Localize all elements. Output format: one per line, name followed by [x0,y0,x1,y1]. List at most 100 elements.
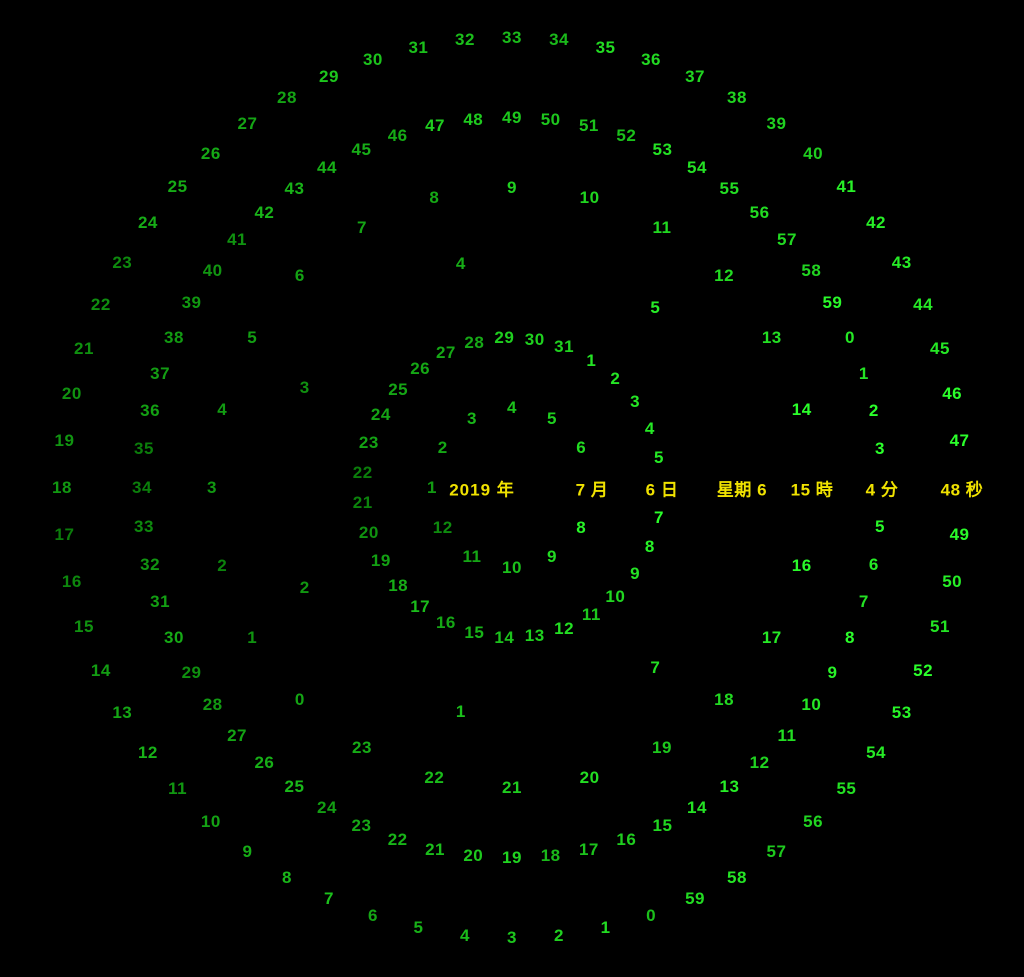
second-tick: 17 [54,525,74,545]
hour-tick: 14 [792,400,812,420]
minute-tick: 51 [579,116,599,136]
day-tick: 28 [464,333,484,353]
hour-tick: 22 [424,768,444,788]
second-tick: 8 [282,868,292,888]
second-tick: 13 [112,703,132,723]
hour-tick: 3 [207,478,217,498]
day-tick: 5 [654,448,664,468]
second-tick: 10 [201,812,221,832]
day-tick: 27 [436,343,456,363]
second-tick: 37 [685,67,705,87]
hour-tick: 10 [580,188,600,208]
hour-tick: 13 [762,328,782,348]
clock-stage: 2019 年 1234567 月89101112123456 日78910111… [0,0,1024,977]
minute-tick: 37 [150,364,170,384]
second-tick: 1 [601,918,611,938]
minute-tick: 23 [352,816,372,836]
minute-tick: 16 [616,830,636,850]
minute-tick: 1 [859,364,869,384]
minute-tick: 56 [750,203,770,223]
hour-tick: 1 [247,628,257,648]
hour-tick: 11 [653,218,672,238]
second-tick: 44 [913,295,933,315]
minute-tick: 3 [875,439,885,459]
second-tick: 28 [277,88,297,108]
day-tick: 26 [410,359,430,379]
second-tick: 40 [803,144,823,164]
second-tick: 15 [74,617,94,637]
minute-tick: 9 [827,663,837,683]
hour-tick: 20 [580,768,600,788]
hour-tick: 15 時 [791,476,834,501]
second-tick: 42 [866,213,886,233]
minute-tick: 17 [579,840,599,860]
second-tick: 14 [91,661,111,681]
year-label: 2019 年 [449,476,515,501]
day-tick: 1 [586,351,596,371]
second-tick: 38 [727,88,747,108]
day-tick: 18 [388,576,408,596]
second-tick: 11 [168,779,187,799]
month-tick: 11 [463,547,482,567]
second-tick: 2 [554,926,564,946]
second-tick: 24 [138,213,158,233]
minute-tick: 32 [140,555,160,575]
minute-tick: 4 分 [866,476,899,501]
month-tick: 3 [467,409,477,429]
hour-tick: 2 [217,556,227,576]
second-tick: 22 [91,295,111,315]
day-tick: 2 [610,369,620,389]
minute-tick: 35 [134,439,154,459]
second-tick: 57 [767,842,787,862]
minute-tick: 48 [463,110,483,130]
minute-tick: 11 [777,726,796,746]
day-tick: 7 [654,508,664,528]
minute-tick: 20 [463,846,483,866]
minute-tick: 31 [150,592,170,612]
weekday-tick: 2 [300,578,310,598]
day-tick: 13 [525,626,545,646]
day-tick: 22 [353,463,373,483]
hour-tick: 4 [217,400,227,420]
minute-tick: 42 [254,203,274,223]
minute-tick: 18 [541,846,561,866]
second-tick: 33 [502,28,522,48]
second-tick: 27 [238,114,258,134]
second-tick: 54 [866,743,886,763]
minute-tick: 25 [285,777,305,797]
second-tick: 41 [836,177,856,197]
second-tick: 23 [112,253,132,273]
minute-tick: 55 [720,179,740,199]
day-tick: 25 [388,380,408,400]
day-tick: 16 [436,613,456,633]
day-tick: 30 [525,330,545,350]
hour-tick: 23 [352,738,372,758]
minute-tick: 33 [134,517,154,537]
minute-tick: 13 [720,777,740,797]
day-tick: 14 [494,628,514,648]
day-tick: 31 [554,337,574,357]
day-tick: 12 [554,619,574,639]
minute-tick: 38 [164,328,184,348]
weekday-tick: 1 [456,702,466,722]
second-tick: 36 [641,50,661,70]
second-tick: 56 [803,812,823,832]
second-tick: 59 [685,889,705,909]
minute-tick: 28 [203,695,223,715]
second-tick: 52 [913,661,933,681]
minute-tick: 24 [317,798,337,818]
day-tick: 11 [582,605,601,625]
minute-tick: 19 [502,848,522,868]
second-tick: 34 [549,30,569,50]
minute-tick: 44 [317,158,337,178]
second-tick: 21 [74,339,94,359]
minute-tick: 22 [388,830,408,850]
month-tick: 7 月 [576,476,609,501]
hour-tick: 19 [652,738,672,758]
minute-tick: 34 [132,478,152,498]
month-tick: 10 [502,558,522,578]
month-tick: 12 [433,518,453,538]
minute-tick: 49 [502,108,522,128]
day-tick: 8 [645,537,655,557]
minute-tick: 59 [822,293,842,313]
